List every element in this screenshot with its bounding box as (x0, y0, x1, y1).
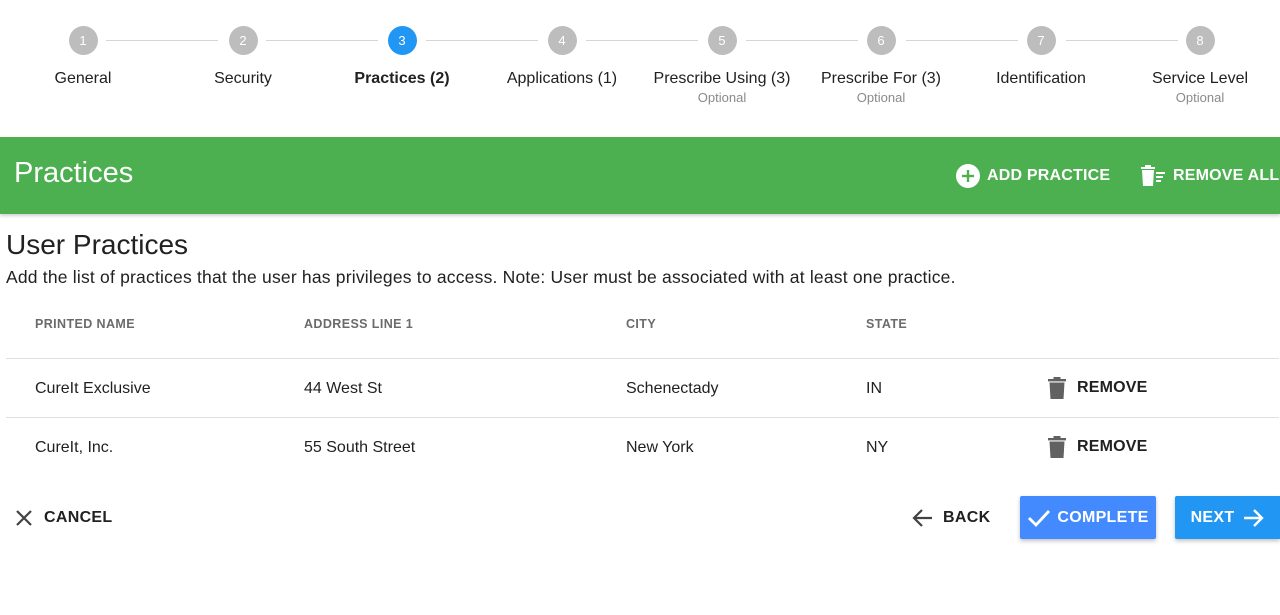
remove-label: REMOVE (1077, 438, 1148, 455)
complete-button[interactable]: COMPLETE (1020, 496, 1156, 539)
table-header: PRINTED NAME ADDRESS LINE 1 CITY STATE (6, 300, 1279, 359)
back-button[interactable]: BACK (912, 506, 990, 530)
remove-practice-button[interactable]: REMOVE (1046, 435, 1148, 459)
add-practice-button[interactable]: ADD PRACTICE (956, 162, 1110, 190)
cell-city: Schenectady (626, 380, 719, 397)
step-general[interactable]: 1 General (0, 26, 173, 88)
step-label: Service Level (1151, 70, 1249, 87)
column-header-address[interactable]: ADDRESS LINE 1 (304, 317, 413, 331)
remove-all-label: REMOVE ALL (1173, 167, 1280, 184)
cell-printed-name: CureIt Exclusive (35, 380, 151, 397)
step-optional-label: Optional (1175, 90, 1225, 105)
table-row: CureIt Exclusive 44 West St Schenectady … (6, 359, 1279, 418)
step-label: Identification (996, 70, 1086, 87)
cancel-button[interactable]: CANCEL (14, 506, 112, 530)
step-number-circle: 4 (547, 26, 577, 55)
step-number-circle: 3 (387, 26, 417, 55)
step-practices[interactable]: 3 Practices (2) (312, 26, 492, 88)
step-service-level[interactable]: 8 Service Level Optional (1110, 26, 1280, 105)
column-header-state[interactable]: STATE (866, 317, 907, 331)
step-number-circle: 2 (228, 26, 258, 55)
step-number-circle: 5 (707, 26, 737, 55)
column-header-printed-name[interactable]: PRINTED NAME (35, 317, 135, 331)
back-label: BACK (943, 509, 991, 526)
cell-address: 44 West St (304, 380, 382, 397)
step-label: Prescribe For (3) (820, 70, 942, 87)
arrow-right-icon (1244, 508, 1265, 527)
next-label: NEXT (1190, 508, 1235, 526)
content-description: Add the list of practices that the user … (6, 267, 956, 287)
cell-address: 55 South Street (304, 439, 416, 456)
step-label: Practices (2) (354, 70, 450, 87)
cell-state: IN (866, 380, 882, 397)
step-applications[interactable]: 4 Applications (1) (472, 26, 652, 88)
remove-label: REMOVE (1077, 379, 1148, 396)
table-row: CureIt, Inc. 55 South Street New York NY… (6, 418, 1279, 477)
stepper: 1 General 2 Security 3 Practices (2) 4 A… (0, 0, 1280, 137)
content-title: User Practices (6, 229, 189, 260)
next-button[interactable]: NEXT (1175, 496, 1280, 539)
add-circle-icon (956, 164, 980, 188)
arrow-left-icon (912, 509, 932, 527)
section-header-bar: Practices ADD PRACTICE REMOVE ALL (0, 137, 1280, 214)
column-header-city[interactable]: CITY (626, 317, 656, 331)
step-label: Prescribe Using (3) (653, 70, 791, 87)
practices-table: PRINTED NAME ADDRESS LINE 1 CITY STATE C… (6, 300, 1279, 477)
step-number-circle: 1 (68, 26, 98, 55)
close-icon (16, 510, 32, 526)
section-title: Practices (14, 157, 134, 189)
remove-all-button[interactable]: REMOVE ALL (1140, 162, 1279, 190)
step-prescribe-using[interactable]: 5 Prescribe Using (3) Optional (632, 26, 812, 105)
trash-icon (1048, 436, 1066, 458)
step-optional-label: Optional (697, 90, 747, 105)
step-label: Applications (1) (506, 70, 618, 87)
add-practice-label: ADD PRACTICE (987, 167, 1111, 184)
step-number-circle: 7 (1026, 26, 1056, 55)
cancel-label: CANCEL (44, 509, 113, 526)
step-label: Security (214, 70, 272, 87)
cell-city: New York (626, 439, 694, 456)
step-security[interactable]: 2 Security (153, 26, 333, 88)
clear-all-icon (1141, 165, 1165, 186)
trash-icon (1048, 377, 1066, 399)
cell-state: NY (866, 439, 889, 456)
step-number-circle: 6 (866, 26, 896, 55)
check-icon (1028, 509, 1051, 527)
step-number-circle: 8 (1185, 26, 1215, 55)
step-optional-label: Optional (856, 90, 906, 105)
complete-label: COMPLETE (1057, 508, 1149, 526)
cell-printed-name: CureIt, Inc. (35, 439, 114, 456)
step-label: General (54, 70, 112, 87)
step-identification[interactable]: 7 Identification (951, 26, 1131, 88)
remove-practice-button[interactable]: REMOVE (1046, 376, 1148, 400)
step-prescribe-for[interactable]: 6 Prescribe For (3) Optional (791, 26, 971, 105)
